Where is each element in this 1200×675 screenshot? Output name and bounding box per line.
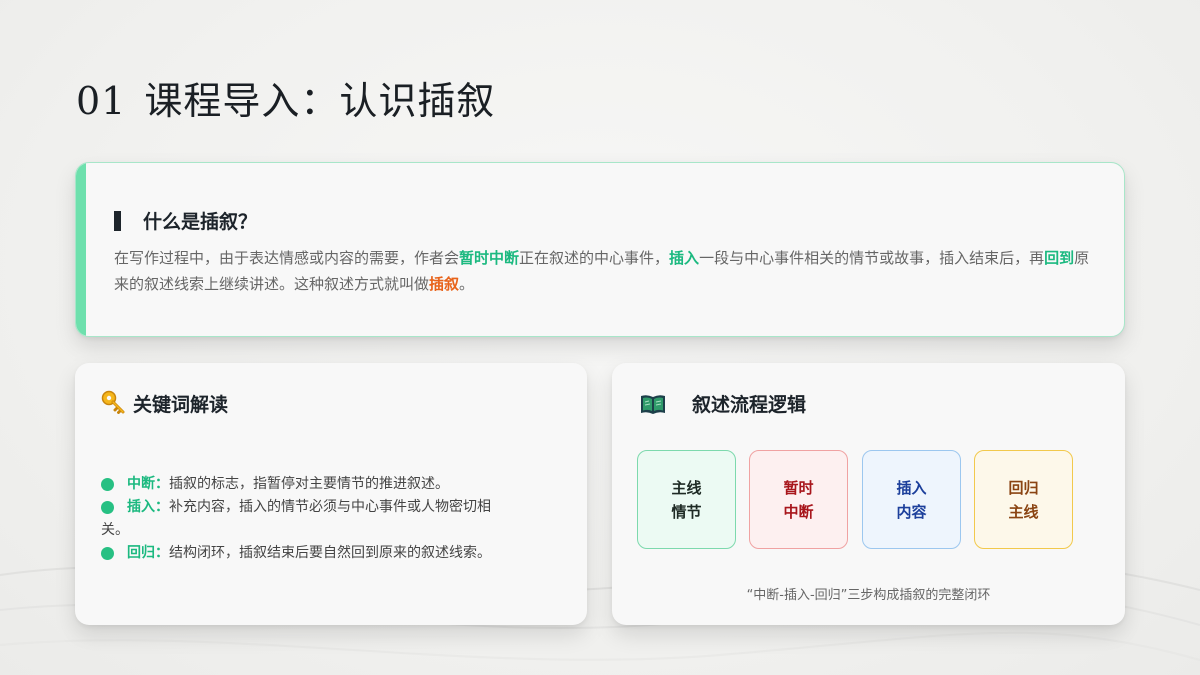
flow-step-return: 回归 主线 xyxy=(974,450,1073,549)
highlight-pause: 暂时中断 xyxy=(459,249,520,267)
list-item: 插入：补充内容，插入的情节必须与中心事件或人物密切相 关。 xyxy=(101,496,561,542)
flow-step-line: 暂时 xyxy=(783,478,814,497)
intro-paragraph: 在写作过程中，由于表达情感或内容的需要，作者会暂时中断正在叙述的中心事件，插入一… xyxy=(114,245,1104,297)
bullet-dot-icon xyxy=(101,501,114,514)
book-icon xyxy=(640,393,666,420)
keyword-desc: 结构闭环，插叙结束后要自然回到原来的叙述线索。 xyxy=(169,545,491,561)
flow-heading: 叙述流程逻辑 xyxy=(640,390,806,420)
key-icon xyxy=(101,390,127,419)
bullet-dot-icon xyxy=(101,478,114,491)
list-item: 回归：结构闭环，插叙结束后要自然回到原来的叙述线索。 xyxy=(101,542,561,565)
flow-step-main-plot: 主线 情节 xyxy=(637,450,736,549)
intro-text: 。 xyxy=(459,275,475,293)
flow-caption: “中断-插入-回归”三步构成插叙的完整闭环 xyxy=(746,588,991,603)
keyword-term: 回归： xyxy=(127,545,169,561)
intro-text: 在写作过程中，由于表达情感或内容的需要，作者会 xyxy=(114,249,460,267)
keyword-desc: 插叙的标志，指暂停对主要情节的推进叙述。 xyxy=(169,476,449,492)
keywords-heading: 关键词解读 xyxy=(101,390,228,419)
flow-step-line: 插入 xyxy=(896,478,927,497)
page-title-number: 01 xyxy=(76,79,127,123)
list-item: 中断：插叙的标志，指暂停对主要情节的推进叙述。 xyxy=(101,473,561,496)
keywords-card: 关键词解读 中断：插叙的标志，指暂停对主要情节的推进叙述。 插入：补充内容，插入… xyxy=(75,363,587,625)
intro-heading-text: 什么是插叙？ xyxy=(143,211,258,233)
keyword-desc: 补充内容，插入的情节必须与中心事件或人物密切相 xyxy=(169,499,491,515)
flow-step-line: 主线 xyxy=(1008,502,1039,521)
intro-accent-bar xyxy=(76,163,86,336)
heading-bar-icon xyxy=(114,211,121,231)
keyword-desc-continued: 关。 xyxy=(101,522,129,538)
highlight-insert: 插入 xyxy=(669,249,700,267)
keywords-heading-text: 关键词解读 xyxy=(133,394,229,416)
flow-step-line: 内容 xyxy=(896,502,927,521)
flow-step-pause: 暂时 中断 xyxy=(749,450,848,549)
flow-step-line: 主线 xyxy=(671,478,702,497)
intro-text: 正在叙述的中心事件， xyxy=(519,249,670,267)
intro-card: 什么是插叙？ 在写作过程中，由于表达情感或内容的需要，作者会暂时中断正在叙述的中… xyxy=(75,162,1125,337)
keywords-list: 中断：插叙的标志，指暂停对主要情节的推进叙述。 插入：补充内容，插入的情节必须与… xyxy=(101,473,561,565)
highlight-return: 回到 xyxy=(1044,249,1075,267)
flow-step-line: 回归 xyxy=(1008,478,1039,497)
flow-heading-text: 叙述流程逻辑 xyxy=(692,394,807,416)
page-title-text: 课程导入：认识插叙 xyxy=(144,79,496,123)
bullet-dot-icon xyxy=(101,547,114,560)
intro-text: 一段与中心事件相关的情节或故事，插入结束后，再 xyxy=(699,249,1045,267)
page-title: 01 课程导入：认识插叙 xyxy=(76,70,495,125)
keyword-term: 插入： xyxy=(127,499,169,515)
intro-heading: 什么是插叙？ xyxy=(114,207,257,234)
flow-step-line: 中断 xyxy=(783,502,814,521)
highlight-flashback: 插叙 xyxy=(429,275,460,293)
keyword-term: 中断： xyxy=(127,476,169,492)
flow-card: 叙述流程逻辑 主线 情节 暂时 中断 插入 内容 回归 主线 “中断-插入-回归”三步构… xyxy=(612,363,1125,625)
flow-step-line: 情节 xyxy=(671,502,702,521)
flow-step-insert: 插入 内容 xyxy=(862,450,961,549)
